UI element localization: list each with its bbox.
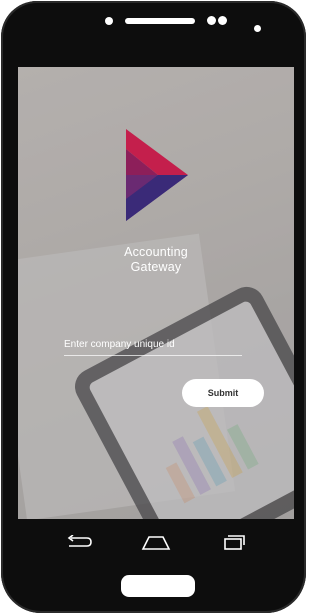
physical-home-button[interactable] (121, 575, 195, 597)
company-id-placeholder: Enter company unique id (64, 339, 175, 350)
recent-apps-icon[interactable] (223, 535, 245, 551)
light-sensor-dot (218, 16, 227, 25)
company-id-input[interactable]: Enter company unique id (64, 335, 242, 356)
app-title-line2: Gateway (130, 260, 182, 274)
android-nav-bar (18, 521, 294, 565)
back-icon[interactable] (66, 535, 92, 549)
front-sensor-dot (105, 17, 113, 25)
earpiece-speaker (125, 18, 195, 24)
submit-button[interactable]: Submit (182, 379, 264, 407)
proximity-sensor-dot (207, 16, 216, 25)
app-screen: Accounting Gateway Enter company unique … (18, 67, 294, 519)
home-icon[interactable] (141, 535, 171, 551)
app-title-line1: Accounting (124, 245, 188, 259)
front-camera-dot (254, 25, 261, 32)
accounting-gateway-logo (126, 129, 188, 221)
phone-frame: Accounting Gateway Enter company unique … (1, 1, 306, 613)
